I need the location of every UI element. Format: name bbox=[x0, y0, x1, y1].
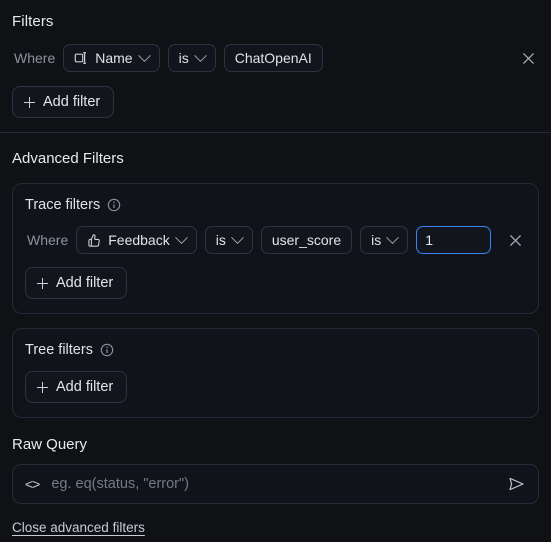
plus-icon bbox=[24, 96, 35, 108]
trace-key-text: user_score bbox=[271, 232, 342, 248]
trace-filters-title: Trace filters bbox=[25, 197, 101, 213]
info-circle-icon[interactable] bbox=[100, 343, 114, 357]
filters-panel: Filters Where Name is ChatOpenAI Add fil… bbox=[0, 0, 551, 542]
trace-key-field[interactable]: user_score bbox=[260, 226, 353, 254]
filters-section: Filters Where Name is ChatOpenAI Add fil… bbox=[0, 0, 551, 118]
chevron-down-icon bbox=[193, 48, 207, 62]
filter-field-label: Name bbox=[95, 50, 133, 66]
chevron-down-icon bbox=[174, 230, 188, 244]
filter-row: Where Name is ChatOpenAI bbox=[12, 44, 539, 72]
trace-add-filter-label: Add filter bbox=[56, 275, 114, 291]
trace-operator2-select[interactable]: is bbox=[360, 226, 409, 254]
filters-heading: Filters bbox=[12, 13, 54, 30]
raw-query-box: <> bbox=[12, 464, 539, 504]
filter-value-text: ChatOpenAI bbox=[234, 50, 312, 66]
where-label: Where bbox=[14, 50, 56, 66]
remove-trace-filter-button[interactable] bbox=[504, 229, 526, 251]
trace-where-label: Where bbox=[27, 232, 69, 248]
trace-field-label: Feedback bbox=[108, 232, 170, 248]
advanced-filters-section: Advanced Filters Trace filters Where Fee… bbox=[0, 133, 551, 537]
chevron-down-icon bbox=[386, 230, 400, 244]
tree-filters-title: Tree filters bbox=[25, 342, 93, 358]
chevron-down-icon bbox=[137, 48, 151, 62]
trace-filters-header: Trace filters bbox=[25, 197, 526, 213]
advanced-filters-title: Advanced Filters bbox=[12, 150, 124, 167]
raw-query-title: Raw Query bbox=[12, 436, 88, 453]
remove-filter-button[interactable] bbox=[517, 47, 539, 69]
tree-add-filter-button[interactable]: Add filter bbox=[25, 371, 128, 403]
tree-add-filter-label: Add filter bbox=[56, 379, 114, 395]
trace-field-select[interactable]: Feedback bbox=[76, 226, 197, 254]
thumbs-up-icon bbox=[87, 233, 102, 248]
trace-value-input[interactable] bbox=[416, 226, 492, 254]
info-circle-icon[interactable] bbox=[107, 198, 121, 212]
filter-value-field[interactable]: ChatOpenAI bbox=[223, 44, 323, 72]
add-filter-label: Add filter bbox=[43, 94, 101, 110]
trace-filter-row: Where Feedback is user_score is 1 bbox=[25, 226, 526, 254]
trace-operator-label: is bbox=[215, 232, 226, 248]
string-type-icon bbox=[74, 51, 89, 65]
filter-operator-select[interactable]: is bbox=[167, 44, 216, 72]
plus-icon bbox=[37, 381, 48, 393]
filter-field-select[interactable]: Name bbox=[63, 44, 160, 72]
plus-icon bbox=[37, 277, 48, 289]
send-icon[interactable] bbox=[506, 474, 526, 494]
trace-filters-panel: Trace filters Where Feedback is user_sco… bbox=[12, 183, 539, 314]
raw-query-input[interactable] bbox=[49, 475, 496, 493]
add-filter-button[interactable]: Add filter bbox=[12, 86, 115, 118]
filter-operator-label: is bbox=[178, 50, 189, 66]
close-advanced-filters-link[interactable]: Close advanced filters bbox=[12, 520, 145, 535]
trace-operator2-label: is bbox=[371, 232, 382, 248]
tree-filters-header: Tree filters bbox=[25, 342, 526, 358]
tree-filters-panel: Tree filters Add filter bbox=[12, 328, 539, 418]
code-icon: <> bbox=[25, 476, 40, 492]
trace-operator-select[interactable]: is bbox=[204, 226, 253, 254]
trace-add-filter-button[interactable]: Add filter bbox=[25, 267, 128, 299]
chevron-down-icon bbox=[230, 230, 244, 244]
